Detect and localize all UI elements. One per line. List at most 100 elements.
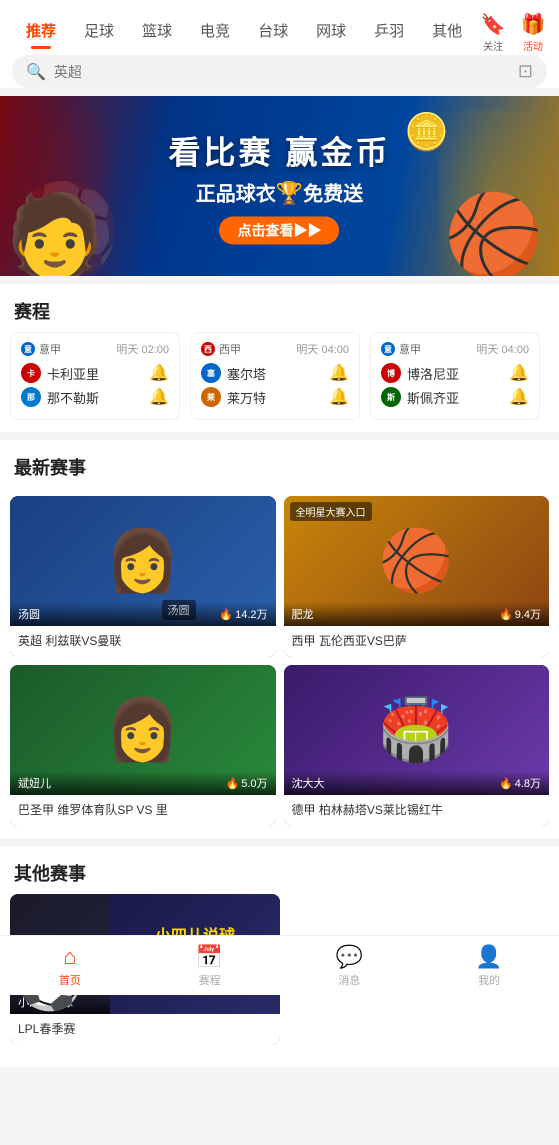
latest-card-1[interactable]: 🏀 全明星大赛入口 肥龙 🔥 9.4万 西甲 瓦伦西亚VS巴萨 (284, 496, 550, 657)
schedule-header-1: 西 西甲 明天 04:00 (201, 341, 349, 357)
latest-card-2[interactable]: 👩 斌妞儿 🔥 5.0万 巴圣甲 维罗体育队SP VS 里 (10, 665, 276, 826)
league-name-1: 西甲 (219, 341, 241, 357)
viewer-count-0: 🔥 14.2万 (219, 606, 267, 622)
banner-center-text: 看比赛 赢金币 正品球衣🏆免费送 点击查看▶▶ (169, 128, 391, 245)
league-dot-1: 西 (201, 342, 215, 356)
viewer-count-2: 🔥 5.0万 (226, 775, 268, 791)
card-overlay-2: 斌妞儿 🔥 5.0万 (10, 771, 276, 795)
activity-icon: 🎁 (519, 10, 547, 38)
team-name-siena: 斯佩齐亚 (407, 388, 459, 407)
banner[interactable]: ⚽ 🧑 🏀 🪙 看比赛 赢金币 正品球衣🏆免费送 点击查看▶▶ (0, 96, 559, 276)
schedule-header-0: 意 意甲 明天 02:00 (21, 341, 169, 357)
messages-label: 消息 (338, 972, 360, 988)
team-row-1-2: 莱 莱万特 🔔 (201, 387, 349, 407)
latest-thumb-3: 🏟️ 沈大大 🔥 4.8万 (284, 665, 550, 795)
bottom-nav-schedule[interactable]: 📅 赛程 (140, 944, 280, 988)
all-star-tag: 全明星大赛入口 (290, 502, 372, 521)
team-icon-bologna: 博 (381, 363, 401, 383)
card-title-3: 德甲 柏林赫塔VS莱比锡红牛 (284, 795, 550, 826)
schedule-icon: 📅 (196, 944, 223, 970)
top-right-actions: 🔖 关注 🎁 活动 (479, 10, 547, 53)
team-icon-seville: 塞 (201, 363, 221, 383)
schedule-time-2: 明天 04:00 (476, 341, 529, 357)
nav-tab-esports[interactable]: 电竞 (186, 14, 244, 47)
notify-btn-0-1[interactable]: 🔔 (149, 363, 169, 383)
schedule-card-1[interactable]: 西 西甲 明天 04:00 塞 塞尔塔 🔔 莱 莱万特 🔔 (190, 332, 360, 420)
search-input[interactable] (54, 64, 510, 80)
top-nav: 推荐 足球 篮球 电竞 台球 网球 乒羽 其他 🔖 关注 🎁 活动 (0, 0, 559, 88)
team-icon-levante: 莱 (201, 387, 221, 407)
activity-button[interactable]: 🎁 活动 (519, 10, 547, 53)
streamer-name-2: 斌妞儿 (18, 775, 51, 791)
search-bar[interactable]: 🔍 ⊡ (12, 55, 547, 88)
bottom-nav: ⌂ 首页 📅 赛程 💬 消息 👤 我的 (0, 935, 559, 995)
others-title: 其他赛事 (0, 846, 559, 894)
home-icon: ⌂ (63, 944, 76, 970)
nav-tabs: 推荐 足球 篮球 电竞 台球 网球 乒羽 其他 (0, 14, 488, 47)
fire-icon-1: 🔥 (499, 608, 513, 621)
league-badge-2: 意 意甲 (381, 341, 421, 357)
home-label: 首页 (59, 972, 81, 988)
team-row-2-2: 斯 斯佩齐亚 🔔 (381, 387, 529, 407)
activity-label: 活动 (523, 38, 543, 53)
notify-btn-0-2[interactable]: 🔔 (149, 387, 169, 407)
viewer-count-3: 🔥 4.8万 (499, 775, 541, 791)
notify-btn-2-1[interactable]: 🔔 (509, 363, 529, 383)
fire-icon-3: 🔥 (499, 777, 513, 790)
team-name-napoli: 那不勒斯 (47, 388, 99, 407)
league-dot-2: 意 (381, 342, 395, 356)
nav-tab-basketball[interactable]: 篮球 (128, 14, 186, 47)
mine-label: 我的 (478, 972, 500, 988)
latest-thumb-2: 👩 斌妞儿 🔥 5.0万 (10, 665, 276, 795)
messages-icon: 💬 (336, 944, 363, 970)
streamer-name-1: 肥龙 (292, 606, 314, 622)
nav-tab-football[interactable]: 足球 (70, 14, 128, 47)
nav-tab-billiards[interactable]: 台球 (244, 14, 302, 47)
schedule-title: 赛程 (0, 284, 559, 332)
team-row-0-2: 那 那不勒斯 🔔 (21, 387, 169, 407)
notify-btn-2-2[interactable]: 🔔 (509, 387, 529, 407)
league-name-2: 意甲 (399, 341, 421, 357)
notify-btn-1-2[interactable]: 🔔 (329, 387, 349, 407)
nav-tab-other[interactable]: 其他 (418, 14, 476, 47)
team-row-1-1: 塞 塞尔塔 🔔 (201, 363, 349, 383)
bottom-nav-home[interactable]: ⌂ 首页 (0, 944, 140, 988)
schedule-time-0: 明天 02:00 (116, 341, 169, 357)
scan-icon[interactable]: ⊡ (518, 61, 533, 82)
schedule-card-0[interactable]: 意 意甲 明天 02:00 卡 卡利亚里 🔔 那 那不勒斯 🔔 (10, 332, 180, 420)
nav-tab-tennis[interactable]: 网球 (302, 14, 360, 47)
mine-icon: 👤 (475, 944, 502, 970)
schedule-time-1: 明天 04:00 (296, 341, 349, 357)
notify-btn-1-1[interactable]: 🔔 (329, 363, 349, 383)
bookmark-icon: 🔖 (479, 10, 507, 38)
team-row-0-1: 卡 卡利亚里 🔔 (21, 363, 169, 383)
card-overlay-0: 汤圆 🔥 14.2万 (10, 602, 276, 626)
card-title-0: 英超 利兹联VS曼联 (10, 626, 276, 657)
schedule-label: 赛程 (199, 972, 221, 988)
banner-cta[interactable]: 点击查看▶▶ (169, 217, 391, 245)
follow-button[interactable]: 🔖 关注 (479, 10, 507, 53)
bottom-nav-messages[interactable]: 💬 消息 (280, 944, 420, 988)
bottom-nav-mine[interactable]: 👤 我的 (419, 944, 559, 988)
schedule-section: 赛程 意 意甲 明天 02:00 卡 卡利亚里 🔔 那 (0, 284, 559, 432)
latest-thumb-1: 🏀 全明星大赛入口 肥龙 🔥 9.4万 (284, 496, 550, 626)
nav-tab-pingpong[interactable]: 乒羽 (360, 14, 418, 47)
latest-card-3[interactable]: 🏟️ 沈大大 🔥 4.8万 德甲 柏林赫塔VS莱比锡红牛 (284, 665, 550, 826)
team-name-levante: 莱万特 (227, 388, 266, 407)
schedule-scroll[interactable]: 意 意甲 明天 02:00 卡 卡利亚里 🔔 那 那不勒斯 🔔 (0, 332, 559, 432)
league-badge-0: 意 意甲 (21, 341, 61, 357)
nav-tab-recommend[interactable]: 推荐 (12, 14, 70, 47)
team-name-cagliari: 卡利亚里 (47, 364, 99, 383)
team-name-seville: 塞尔塔 (227, 364, 266, 383)
fire-icon-0: 🔥 (219, 608, 233, 621)
team-row-2-1: 博 博洛尼亚 🔔 (381, 363, 529, 383)
team-icon-siena: 斯 (381, 387, 401, 407)
viewer-count-1: 🔥 9.4万 (499, 606, 541, 622)
follow-label: 关注 (483, 38, 503, 53)
search-icon: 🔍 (26, 62, 46, 82)
latest-card-0[interactable]: 👩 汤圆 汤圆 🔥 14.2万 英超 利兹联VS曼联 (10, 496, 276, 657)
team-icon-napoli: 那 (21, 387, 41, 407)
card-overlay-3: 沈大大 🔥 4.8万 (284, 771, 550, 795)
schedule-card-2[interactable]: 意 意甲 明天 04:00 博 博洛尼亚 🔔 斯 斯佩齐亚 🔔 (370, 332, 540, 420)
card-overlay-1: 肥龙 🔥 9.4万 (284, 602, 550, 626)
